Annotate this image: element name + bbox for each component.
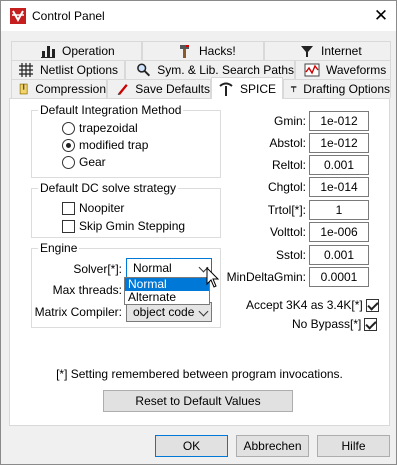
tab-netlist-options[interactable]: Netlist Options <box>11 60 125 79</box>
chgtol-field[interactable]: 1e-014 <box>309 177 369 197</box>
param-label: Volttol: <box>269 225 306 239</box>
tab-compression[interactable]: Compression <box>11 79 107 98</box>
radio-button[interactable] <box>62 155 75 169</box>
gmin-field[interactable]: 1e-012 <box>309 111 369 131</box>
abstol-field[interactable]: 1e-012 <box>309 133 369 153</box>
tab-label: Operation <box>62 44 115 58</box>
save-defaults-icon <box>117 84 128 95</box>
netlist-icon <box>19 63 33 77</box>
checkbox-label: No Bypass[*] <box>292 317 362 331</box>
group-title: Engine <box>38 241 80 255</box>
tab-label: Netlist Options <box>40 63 119 77</box>
radio-button[interactable] <box>62 138 75 152</box>
solver-label: Solver[*]: <box>73 262 122 276</box>
radio-trapezoidal[interactable]: trapezoidal <box>62 121 138 135</box>
radio-gear[interactable]: Gear <box>62 155 106 169</box>
checkbox-label: Noopiter <box>79 201 125 215</box>
checkbox-label: Accept 3K4 as 3.4K[*] <box>246 298 363 312</box>
max-threads-label: Max threads: <box>52 283 122 297</box>
tab-operation[interactable]: Operation <box>11 41 142 60</box>
title-bar: Control Panel ✕ <box>1 1 396 31</box>
operation-icon <box>41 46 55 58</box>
tab-label: Sym. & Lib. Search Paths <box>157 63 294 77</box>
spice-icon <box>219 82 233 96</box>
tab-label: Save Defaults <box>135 82 210 96</box>
hacks-icon <box>180 45 189 58</box>
radio-label: modified trap <box>79 138 149 152</box>
volttol-field[interactable]: 1e-006 <box>309 222 369 242</box>
window-title: Control Panel <box>32 9 105 23</box>
sstol-field[interactable]: 0.001 <box>309 245 369 265</box>
param-label: MinDeltaGmin: <box>226 270 306 284</box>
tab-label: Hacks! <box>199 44 236 58</box>
tab-label: Drafting Options <box>303 82 390 96</box>
remembered-note: [*] Setting remembered between program i… <box>56 367 343 381</box>
app-logo-icon <box>10 8 26 24</box>
solver-value: Normal <box>133 261 172 275</box>
compiler-value: object code <box>133 305 195 319</box>
tab-label: Waveforms <box>326 63 387 77</box>
check-no-bypass[interactable]: No Bypass[*] <box>292 317 381 331</box>
checkbox-label: Skip Gmin Stepping <box>79 219 186 233</box>
tab-internet[interactable]: Internet <box>264 41 391 60</box>
close-button[interactable]: ✕ <box>371 6 391 26</box>
tab-spice[interactable]: SPICE <box>211 77 283 99</box>
checkbox[interactable] <box>62 219 75 233</box>
param-label: Gmin: <box>273 114 306 128</box>
internet-icon <box>301 46 313 57</box>
help-button[interactable]: Hilfe <box>317 435 390 457</box>
tab-label: Internet <box>321 44 362 58</box>
tab-label: SPICE <box>240 81 277 96</box>
reltol-field[interactable]: 0.001 <box>309 155 369 175</box>
tab-hacks[interactable]: Hacks! <box>142 41 264 60</box>
group-title: Default Integration Method <box>38 103 184 117</box>
dropdown-option-alternate[interactable]: Alternate <box>125 291 209 304</box>
reset-defaults-button[interactable]: Reset to Default Values <box>103 390 293 412</box>
check-skip-gmin[interactable]: Skip Gmin Stepping <box>62 219 185 233</box>
ok-button[interactable]: OK <box>155 435 228 457</box>
param-label: Abstol: <box>269 136 306 150</box>
control-panel-window: Control Panel ✕ Operation Hacks! Interne… <box>0 0 397 465</box>
matrix-compiler-label: Matrix Compiler: <box>34 305 122 319</box>
tab-label: Compression <box>35 82 106 96</box>
check-noopiter[interactable]: Noopiter <box>62 201 124 215</box>
checkbox[interactable] <box>62 201 75 215</box>
check-accept-3k4[interactable]: Accept 3K4 as 3.4K[*] <box>246 298 383 312</box>
radio-modified-trap[interactable]: modified trap <box>62 138 148 152</box>
param-label: Reltol: <box>271 158 306 172</box>
param-label: Sstol: <box>275 248 306 262</box>
solver-dropdown-list: Normal Alternate <box>124 277 210 305</box>
tab-save-defaults[interactable]: Save Defaults <box>107 79 211 98</box>
cancel-button[interactable]: Abbrechen <box>236 435 309 457</box>
waveforms-icon <box>304 63 320 77</box>
tab-waveforms[interactable]: Waveforms <box>295 60 391 79</box>
drafting-icon <box>290 86 297 93</box>
matrix-compiler-select[interactable]: object code <box>126 302 212 322</box>
param-label: Chgtol: <box>267 180 306 194</box>
mindeltagmin-field[interactable]: 0.0001 <box>309 267 369 287</box>
trtol-field[interactable]: 1 <box>309 200 369 220</box>
solver-select[interactable]: Normal <box>126 258 212 278</box>
radio-label: trapezoidal <box>79 121 138 135</box>
tab-drafting-options[interactable]: Drafting Options <box>283 79 391 98</box>
checkbox[interactable] <box>365 298 379 312</box>
chevron-down-icon <box>198 306 209 317</box>
param-label: Trtol[*]: <box>267 203 306 217</box>
radio-button[interactable] <box>62 121 75 135</box>
checkbox[interactable] <box>364 317 378 331</box>
group-title: Default DC solve strategy <box>38 181 179 195</box>
radio-label: Gear <box>79 155 106 169</box>
compression-icon <box>19 83 28 95</box>
mouse-pointer-icon <box>206 267 220 288</box>
search-paths-icon <box>137 63 151 77</box>
